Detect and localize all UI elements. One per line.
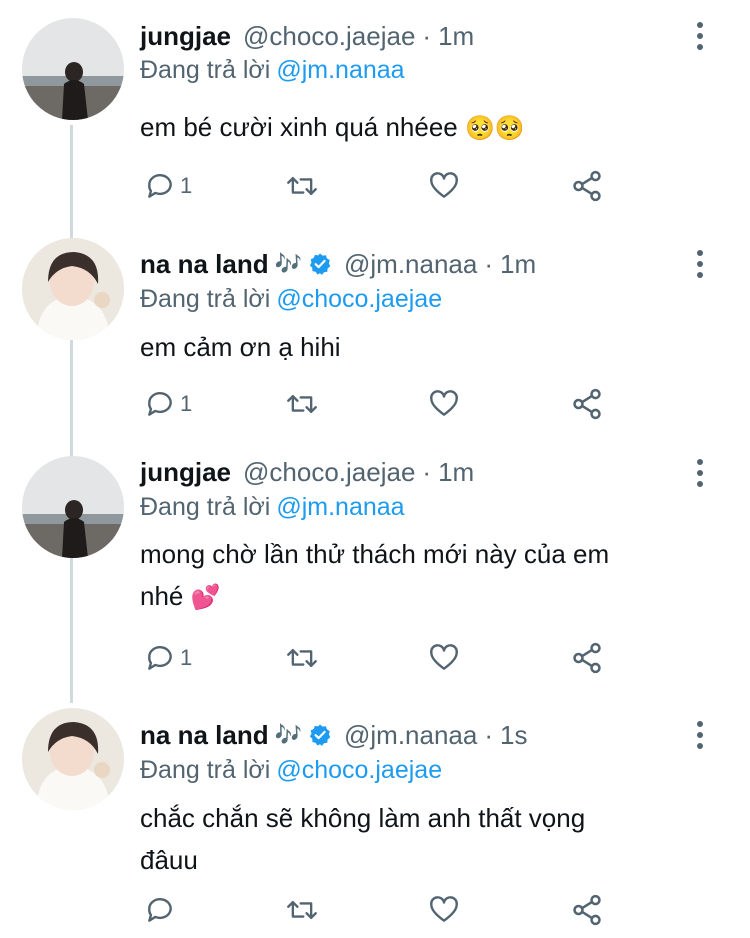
tweet-time[interactable]: 1m: [438, 21, 474, 52]
author-name[interactable]: jungjae: [140, 457, 231, 488]
replying-to-line: Đang trả lời @choco.jaejae: [140, 756, 442, 785]
share-button[interactable]: [570, 384, 604, 424]
author-handle[interactable]: @choco.jaejae: [243, 457, 415, 488]
replying-label: Đang trả lời: [140, 56, 271, 84]
avatar-na-na-land[interactable]: [22, 238, 124, 340]
replying-to-mention[interactable]: @choco.jaejae: [276, 285, 442, 313]
tweet-time[interactable]: 1s: [500, 720, 527, 751]
like-button[interactable]: [427, 890, 461, 930]
author-handle[interactable]: @jm.nanaa: [344, 720, 477, 751]
author-name[interactable]: na na land: [140, 249, 269, 280]
tweet-time[interactable]: 1m: [438, 457, 474, 488]
emoji-two-hearts: 💕: [190, 584, 221, 611]
like-button[interactable]: [427, 166, 461, 206]
replying-to-mention[interactable]: @jm.nanaa: [276, 493, 404, 521]
share-icon: [573, 388, 601, 420]
reply-button[interactable]: 1: [144, 384, 192, 424]
tweet-text: em cảm ơn ạ hihi: [140, 326, 700, 368]
replying-to-line: Đang trả lời @jm.nanaa: [140, 56, 405, 85]
tweet-text-line-2: đâuu: [140, 845, 198, 875]
replying-to-line: Đang trả lời @choco.jaejae: [140, 285, 442, 314]
retweet-icon: [287, 394, 317, 414]
reply-icon: [148, 898, 172, 922]
reply-count: 1: [180, 391, 193, 416]
retweet-button[interactable]: [285, 384, 319, 424]
like-icon: [430, 644, 458, 670]
tweet-text: em bé cười xinh quá nhéee 🥺🥺: [140, 106, 700, 150]
tweet-text-content: nhé: [140, 581, 184, 611]
like-icon: [430, 390, 458, 416]
more-options-icon[interactable]: [694, 721, 706, 749]
tweet-text-content: em cảm ơn ạ hihi: [140, 332, 341, 362]
tweet-time[interactable]: 1m: [500, 249, 536, 280]
tweet-actions: 1: [140, 384, 620, 424]
reply-icon: [148, 646, 172, 670]
more-options-icon[interactable]: [694, 250, 706, 278]
reply-icon: [148, 174, 172, 198]
separator-dot: ·: [422, 456, 432, 487]
verified-badge-icon: [308, 723, 332, 747]
retweet-icon: [287, 900, 317, 920]
replying-to-mention[interactable]: @choco.jaejae: [276, 756, 442, 784]
music-notes-emoji: 🎶: [274, 722, 302, 747]
share-button[interactable]: [570, 638, 604, 678]
avatar-na-na-land[interactable]: [22, 708, 124, 810]
tweet-actions: [140, 890, 620, 930]
replying-to-mention[interactable]: @jm.nanaa: [276, 56, 404, 84]
more-options-icon[interactable]: [694, 459, 706, 487]
share-icon: [573, 894, 601, 926]
like-icon: [430, 172, 458, 198]
author-handle[interactable]: @jm.nanaa: [344, 249, 477, 280]
author-name[interactable]: jungjae: [140, 21, 231, 52]
reply-button[interactable]: [144, 890, 180, 930]
tweet-actions: 1: [140, 166, 620, 206]
tweet-text-content: em bé cười xinh quá nhéee: [140, 112, 458, 142]
tweet-actions: 1: [140, 638, 620, 678]
reply-count: 1: [180, 645, 193, 670]
tweet-text-line-2: nhé 💕: [140, 575, 720, 619]
reply-button[interactable]: 1: [144, 166, 192, 206]
tweet-text-line-1: mong chờ lần thử thách mới này của em: [140, 539, 610, 569]
replying-label: Đang trả lời: [140, 756, 271, 784]
share-button[interactable]: [570, 166, 604, 206]
share-icon: [573, 170, 601, 202]
avatar-jungjae[interactable]: [22, 18, 124, 120]
replying-label: Đang trả lời: [140, 493, 271, 521]
author-handle[interactable]: @choco.jaejae: [243, 21, 415, 52]
replying-label: Đang trả lời: [140, 285, 271, 313]
like-button[interactable]: [427, 638, 461, 678]
like-icon: [430, 896, 458, 922]
retweet-icon: [287, 176, 317, 196]
emoji-pleading: 🥺🥺: [465, 115, 525, 142]
share-button[interactable]: [570, 890, 604, 930]
tweet-text-line-1: chắc chắn sẽ không làm anh thất vọng: [140, 803, 586, 833]
author-name[interactable]: na na land: [140, 720, 269, 751]
separator-dot: ·: [422, 20, 432, 51]
share-icon: [573, 642, 601, 674]
like-button[interactable]: [427, 384, 461, 424]
reply-count: 1: [180, 173, 193, 198]
separator-dot: ·: [484, 248, 494, 279]
tweet-text: chắc chắn sẽ không làm anh thất vọng đâu…: [140, 797, 720, 881]
avatar-jungjae[interactable]: [22, 456, 124, 558]
music-notes-emoji: 🎶: [274, 251, 302, 276]
retweet-button[interactable]: [285, 166, 319, 206]
retweet-button[interactable]: [285, 890, 319, 930]
tweet-text: mong chờ lần thử thách mới này của em nh…: [140, 533, 720, 619]
retweet-button[interactable]: [285, 638, 319, 678]
replying-to-line: Đang trả lời @jm.nanaa: [140, 493, 405, 522]
separator-dot: ·: [484, 719, 494, 750]
thread-connector-line: [70, 125, 73, 703]
reply-button[interactable]: 1: [144, 638, 192, 678]
verified-badge-icon: [308, 252, 332, 276]
reply-icon: [148, 392, 172, 416]
retweet-icon: [287, 648, 317, 668]
more-options-icon[interactable]: [694, 22, 706, 50]
